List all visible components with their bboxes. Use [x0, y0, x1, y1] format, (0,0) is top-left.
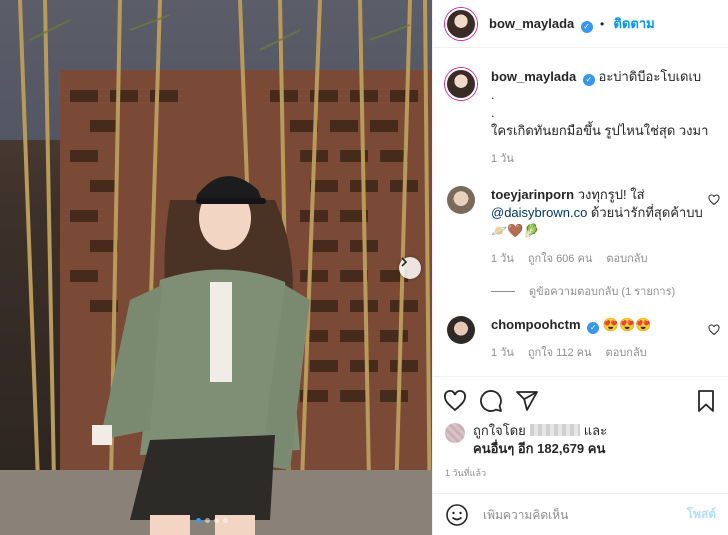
caption: bow_maylada ✓ อะบ่าดิบีอะโบเดเบ . . ใครเ…: [445, 68, 720, 168]
pagination-dot: [205, 518, 210, 523]
pagination-dot: [223, 518, 228, 523]
comment-username[interactable]: chompoohctm: [491, 317, 581, 332]
post-comment-button[interactable]: โพสต์: [687, 505, 716, 524]
pagination-dot: [214, 518, 219, 523]
verified-icon: ✓: [582, 74, 595, 86]
comment-likes[interactable]: ถูกใจ 606 คน: [528, 250, 592, 268]
others-count[interactable]: คนอื่นๆ อีก 182,679 คน: [473, 441, 605, 456]
comment-time: 1 วัน: [491, 347, 514, 359]
verified-icon: ✓: [580, 20, 593, 33]
comments-list: bow_maylada ✓ อะบ่าดิบีอะโบเดเบ . . ใครเ…: [445, 60, 720, 362]
emoji-icon[interactable]: [445, 503, 469, 527]
post-actions: [433, 376, 728, 424]
avatar[interactable]: [445, 68, 477, 100]
view-replies-button[interactable]: ดูข้อความตอบกลับ (1 รายการ): [491, 282, 720, 300]
avatar[interactable]: [447, 186, 475, 214]
comment-icon[interactable]: [479, 389, 503, 413]
mention-link[interactable]: @daisybrown.co: [491, 205, 587, 220]
likes-summary: ถูกใจโดย และ คนอื่นๆ อีก 182,679 คน: [445, 422, 607, 458]
reply-button[interactable]: ตอบกลับ: [606, 250, 647, 268]
heart-icon[interactable]: [708, 194, 720, 206]
avatar[interactable]: [445, 7, 477, 40]
post-timestamp: 1 วันที่แล้ว: [445, 468, 487, 478]
reply-button[interactable]: ตอบกลับ: [606, 344, 647, 362]
avatar[interactable]: [445, 423, 465, 443]
post-photo[interactable]: [0, 0, 432, 535]
add-comment-bar: โพสต์: [433, 493, 728, 535]
heart-icon[interactable]: [708, 324, 720, 336]
next-photo-button[interactable]: [399, 257, 421, 279]
photo-pagination: [196, 518, 228, 523]
separator: •: [599, 17, 605, 31]
divider: [491, 290, 515, 292]
pagination-dot: [196, 518, 201, 523]
comment: chompoohctm ✓ 😍😍😍 1 วัน ถูกใจ 112 คน ตอบ…: [445, 316, 720, 362]
share-icon[interactable]: [515, 389, 539, 413]
comment-text: 😍😍😍: [602, 317, 652, 332]
verified-icon: ✓: [587, 322, 600, 334]
comment-text: วงทุกรูป! ใส่: [577, 187, 645, 202]
photo-illustration: [0, 0, 432, 535]
post-header: bow_maylada ✓ • ติดตาม: [433, 0, 728, 48]
comment-username[interactable]: toeyjarinporn: [491, 187, 574, 202]
chevron-right-icon: [401, 257, 408, 267]
post-username[interactable]: bow_maylada: [489, 16, 574, 31]
blurred-username: [529, 424, 580, 436]
bookmark-icon[interactable]: [694, 389, 718, 413]
caption-username[interactable]: bow_maylada: [491, 69, 576, 84]
comment-likes[interactable]: ถูกใจ 112 คน: [528, 344, 592, 362]
caption-time: 1 วัน: [491, 153, 514, 165]
comment: toeyjarinporn วงทุกรูป! ใส่ @daisybrown.…: [445, 186, 720, 268]
heart-icon[interactable]: [443, 389, 467, 413]
comment-time: 1 วัน: [491, 253, 514, 265]
follow-button[interactable]: ติดตาม: [614, 16, 655, 31]
liked-by-label: ถูกใจโดย: [473, 423, 526, 438]
avatar[interactable]: [447, 316, 475, 344]
and-label: และ: [583, 423, 608, 438]
comment-input[interactable]: [483, 507, 687, 522]
post-sidebar: bow_maylada ✓ • ติดตาม bow_maylada ✓ อะบ…: [432, 0, 728, 535]
